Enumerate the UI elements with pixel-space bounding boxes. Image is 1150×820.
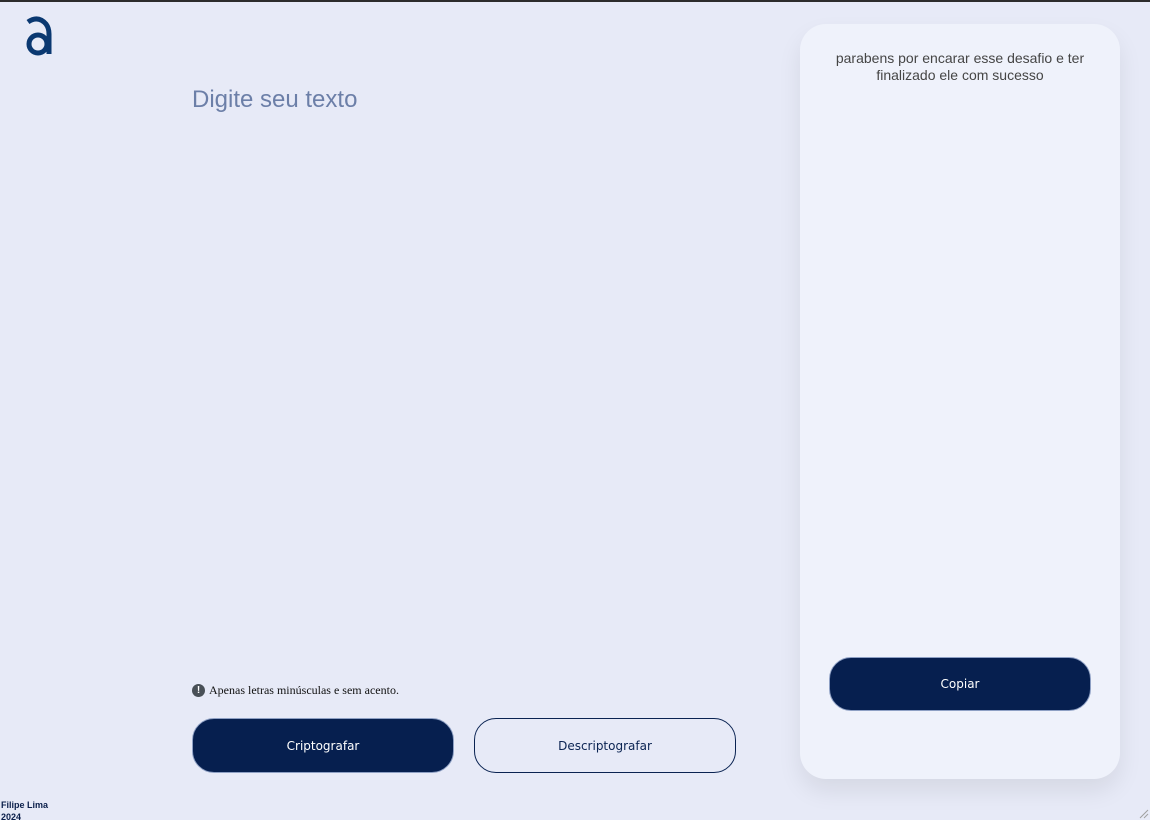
- alura-logo-icon: [26, 16, 52, 56]
- input-hint: ! Apenas letras minúsculas e sem acento.: [192, 683, 399, 698]
- resize-grip-icon[interactable]: [1137, 807, 1149, 819]
- footer-author: Filipe Lima: [1, 800, 49, 810]
- footer: Filipe Lima 2024: [1, 799, 48, 820]
- hint-text: Apenas letras minúsculas e sem acento.: [209, 683, 399, 697]
- footer-year: 2024: [1, 812, 22, 820]
- output-panel: parabens por encarar esse desafio e ter …: [800, 24, 1120, 779]
- encrypt-button[interactable]: Criptografar: [192, 718, 454, 773]
- output-message: parabens por encarar esse desafio e ter …: [835, 50, 1085, 83]
- text-input[interactable]: [192, 80, 752, 646]
- copy-button[interactable]: Copiar: [829, 657, 1091, 711]
- decrypt-button[interactable]: Descriptografar: [474, 718, 736, 773]
- exclamation-circle-icon: !: [192, 684, 205, 697]
